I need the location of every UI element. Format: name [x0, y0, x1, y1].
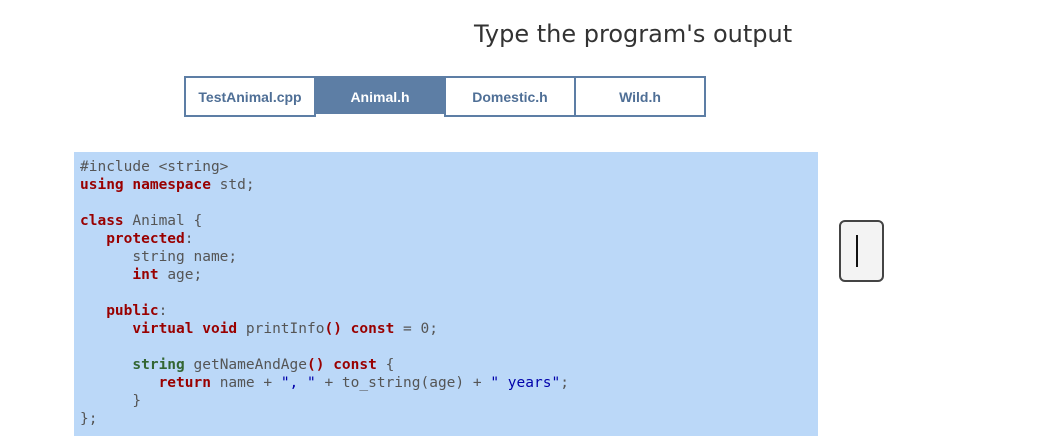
code-token: ; [560, 375, 569, 391]
code-token: public [106, 303, 159, 319]
code-token: string [132, 357, 185, 373]
tab-domestic-h[interactable]: Domestic.h [446, 78, 576, 115]
code-token: Animal { [123, 213, 203, 229]
tab-wild-h[interactable]: Wild.h [576, 78, 704, 115]
code-listing: #include <string> using namespace std; cl… [80, 158, 569, 428]
code-token: } [80, 393, 142, 409]
code-token: printInfo [237, 321, 325, 337]
code-token: name + [210, 375, 281, 391]
code-token: return [158, 375, 211, 391]
code-token: : [184, 231, 194, 247]
code-line: protected: [80, 230, 569, 248]
code-token: " years" [490, 375, 561, 391]
code-token: virtual void [132, 321, 238, 337]
code-line: }; [80, 410, 569, 428]
code-token: getNameAndAge [184, 357, 308, 373]
code-token: = 0; [394, 321, 438, 337]
code-token: #include <string> [80, 159, 229, 175]
code-token: { [376, 357, 395, 373]
page-title: Type the program's output [474, 20, 793, 48]
code-token: std; [210, 177, 255, 193]
code-line: string getNameAndAge() const { [80, 356, 569, 374]
code-token: using namespace [80, 177, 211, 193]
code-line: public: [80, 302, 569, 320]
tab-animal-h[interactable]: Animal.h [316, 78, 446, 117]
code-token: : [158, 303, 168, 319]
code-token: class [80, 213, 124, 229]
code-line: #include <string> [80, 158, 569, 176]
code-token: () [307, 357, 325, 373]
code-token: int [132, 267, 159, 283]
code-token: }; [80, 411, 98, 427]
code-line: virtual void printInfo() const = 0; [80, 320, 569, 338]
code-token: string name; [80, 249, 238, 265]
text-cursor [856, 235, 858, 267]
code-line: int age; [80, 266, 569, 284]
code-token: () [324, 321, 342, 337]
code-token: age; [158, 267, 203, 283]
code-line: return name + ", " + to_string(age) + " … [80, 374, 569, 392]
code-line: using namespace std; [80, 176, 569, 194]
code-token: const [333, 357, 377, 373]
code-line: } [80, 392, 569, 410]
file-tabs: TestAnimal.cpp Animal.h Domestic.h Wild.… [184, 76, 706, 117]
code-token: ", " [280, 375, 316, 391]
tab-testanimal-cpp[interactable]: TestAnimal.cpp [186, 78, 316, 115]
code-line: class Animal { [80, 212, 569, 230]
code-panel: #include <string> using namespace std; cl… [74, 152, 818, 436]
code-token: protected [106, 231, 185, 247]
output-answer-input[interactable] [839, 220, 884, 282]
code-token: const [350, 321, 395, 337]
code-token: + to_string(age) + [315, 375, 491, 391]
code-line: string name; [80, 248, 569, 266]
